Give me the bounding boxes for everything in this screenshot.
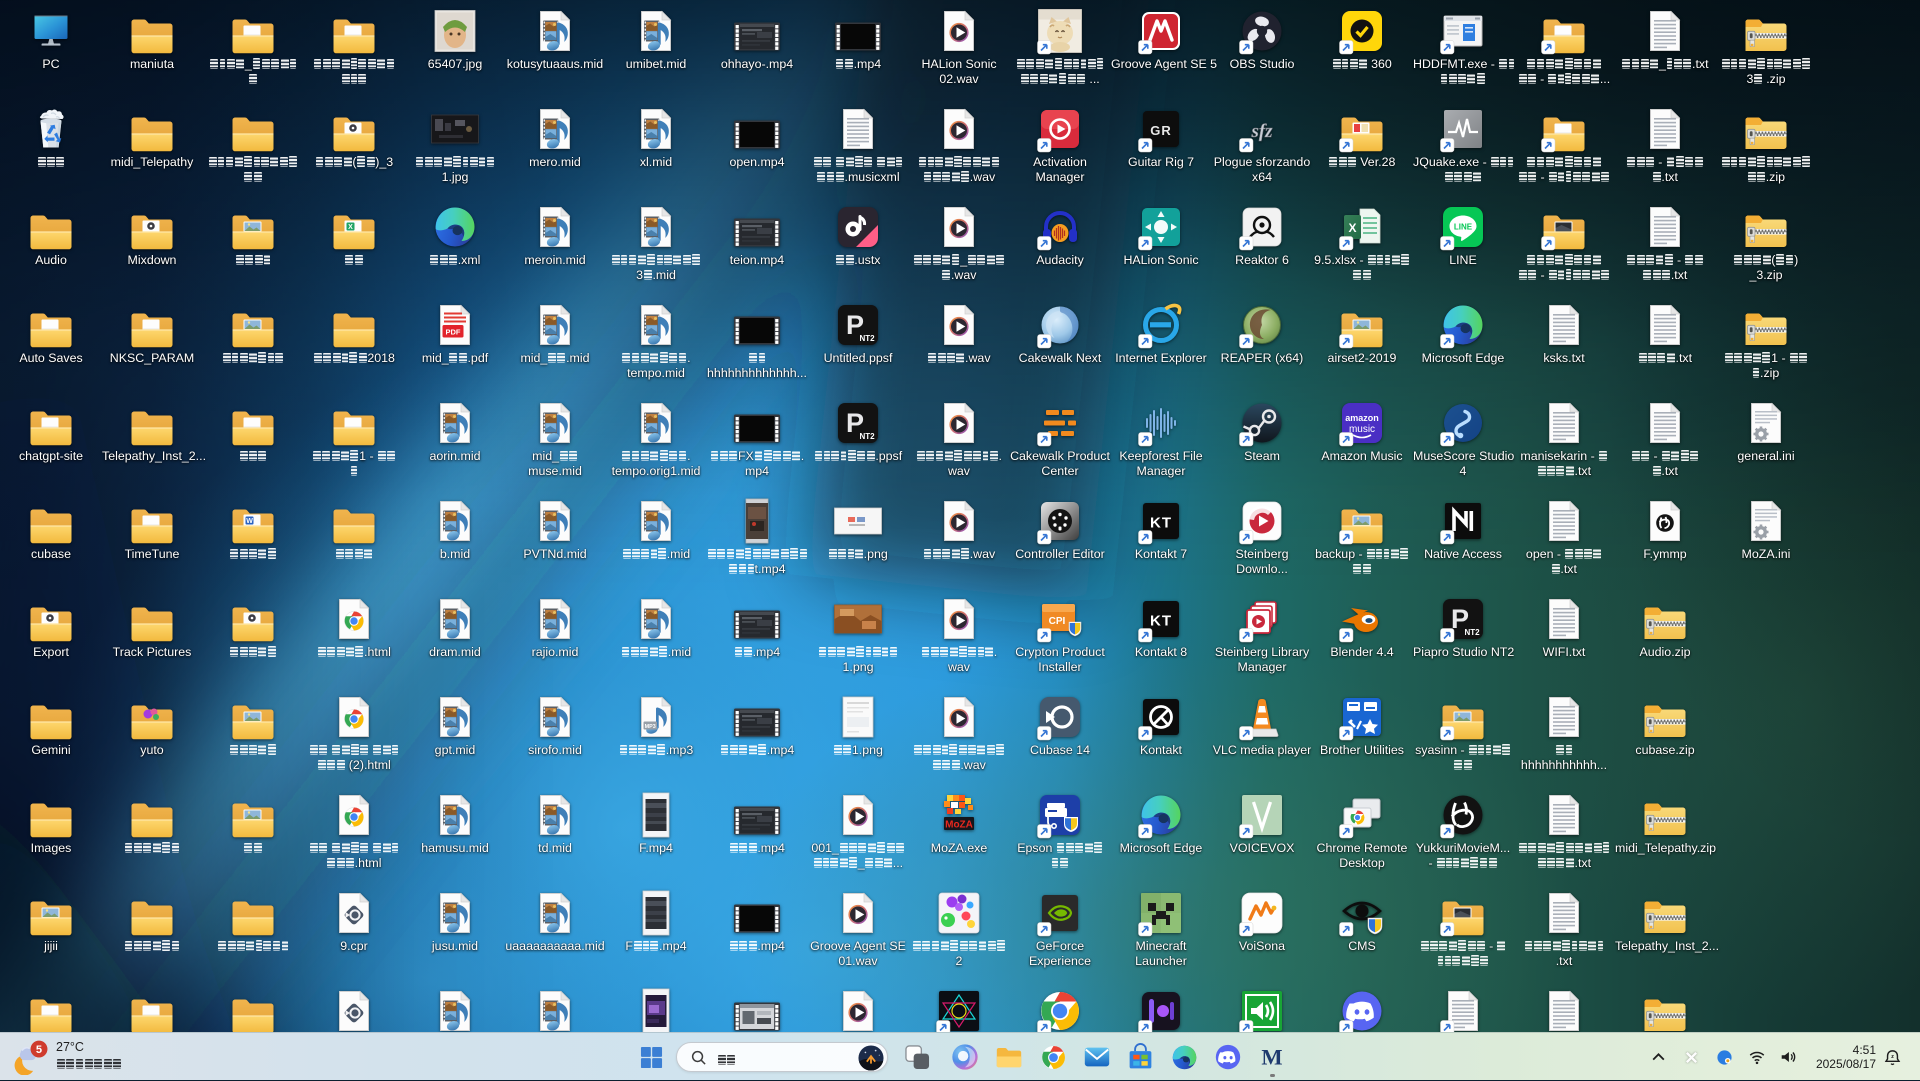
svg-text:5: 5 <box>36 1044 42 1056</box>
